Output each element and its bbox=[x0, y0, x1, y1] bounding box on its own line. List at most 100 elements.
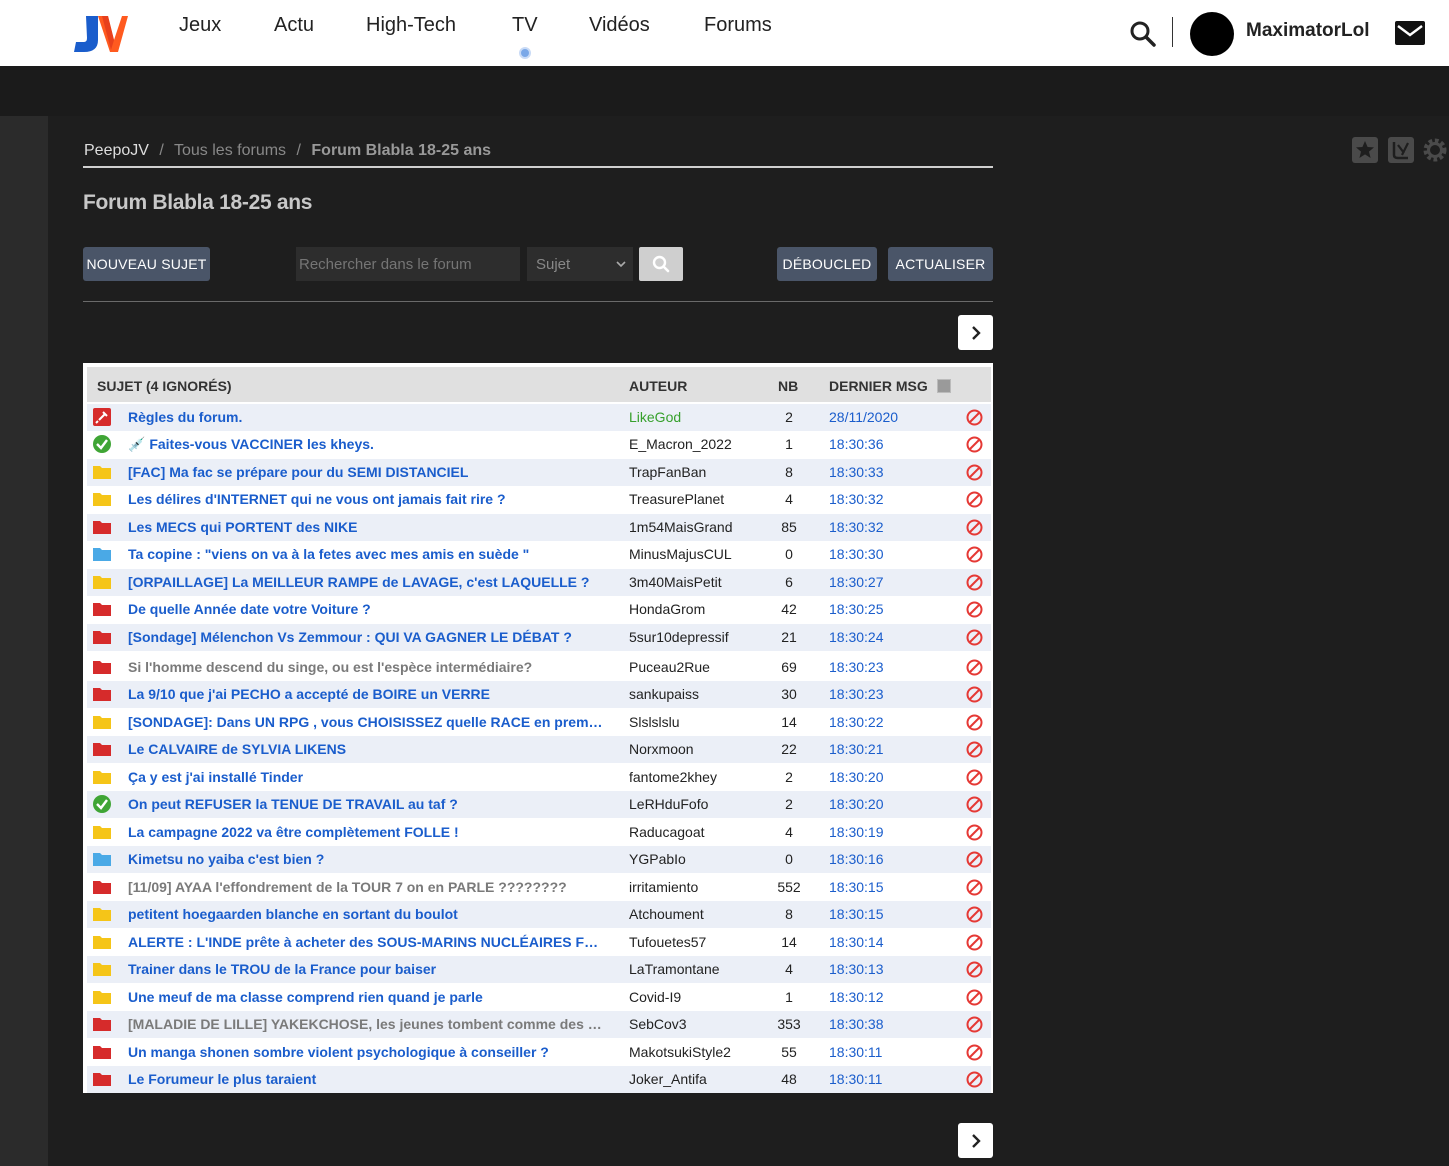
search-submit-button[interactable] bbox=[639, 247, 683, 281]
topic-author-link[interactable]: fantome2khey bbox=[629, 769, 717, 785]
topic-last-message-link[interactable]: 18:30:11 bbox=[829, 1044, 882, 1060]
topic-author-link[interactable]: 1m54MaisGrand bbox=[629, 519, 733, 535]
topic-title-link[interactable]: [ORPAILLAGE] La MEILLEUR RAMPE de LAVAGE… bbox=[128, 574, 606, 590]
topic-last-message-link[interactable]: 18:30:14 bbox=[829, 934, 884, 950]
ignore-topic-icon[interactable] bbox=[966, 769, 983, 786]
topic-last-message-link[interactable]: 18:30:32 bbox=[829, 491, 884, 507]
topic-author-link[interactable]: MakotsukiStyle2 bbox=[629, 1044, 731, 1060]
search-type-select[interactable]: Sujet bbox=[527, 247, 633, 281]
username[interactable]: MaximatorLol bbox=[1246, 20, 1370, 42]
topic-title-link[interactable]: [Sondage] Mélenchon Vs Zemmour : QUI VA … bbox=[128, 629, 606, 645]
topic-author-link[interactable]: HondaGrom bbox=[629, 601, 705, 617]
topic-author-link[interactable]: 3m40MaisPetit bbox=[629, 574, 722, 590]
topic-last-message-link[interactable]: 18:30:23 bbox=[829, 686, 884, 702]
nav-videos[interactable]: Vidéos bbox=[589, 14, 650, 37]
topic-last-message-link[interactable]: 18:30:36 bbox=[829, 436, 884, 452]
topic-last-message-link[interactable]: 18:30:12 bbox=[829, 989, 884, 1005]
topic-title-link[interactable]: De quelle Année date votre Voiture ? bbox=[128, 601, 606, 617]
topic-title-link[interactable]: Les délires d'INTERNET qui ne vous ont j… bbox=[128, 491, 606, 507]
topic-author-link[interactable]: SebCov3 bbox=[629, 1016, 687, 1032]
topic-last-message-link[interactable]: 18:30:16 bbox=[829, 851, 884, 867]
topic-author-link[interactable]: LaTramontane bbox=[629, 961, 720, 977]
deboucled-icon[interactable] bbox=[1388, 137, 1414, 163]
topic-title-link[interactable]: Les MECS qui PORTENT des NIKE bbox=[128, 519, 606, 535]
topic-title-link[interactable]: [FAC] Ma fac se prépare pour du SEMI DIS… bbox=[128, 464, 606, 480]
ignore-topic-icon[interactable] bbox=[966, 409, 983, 426]
settings-gear-icon[interactable] bbox=[1422, 137, 1448, 163]
ignore-topic-icon[interactable] bbox=[966, 464, 983, 481]
topic-last-message-link[interactable]: 18:30:27 bbox=[829, 574, 884, 590]
ignore-topic-icon[interactable] bbox=[966, 659, 983, 676]
favorite-star-icon[interactable] bbox=[1352, 137, 1378, 163]
ignore-topic-icon[interactable] bbox=[966, 906, 983, 923]
topic-author-link[interactable]: irritamiento bbox=[629, 879, 698, 895]
ignore-topic-icon[interactable] bbox=[966, 796, 983, 813]
nav-jeux[interactable]: Jeux bbox=[179, 14, 221, 37]
topic-title-link[interactable]: Un manga shonen sombre violent psycholog… bbox=[128, 1044, 606, 1060]
topic-title-link[interactable]: 💉 Faites-vous VACCINER les kheys. bbox=[128, 436, 606, 453]
topic-author-link[interactable]: LeRHduFofo bbox=[629, 796, 708, 812]
topic-title-link[interactable]: Règles du forum. bbox=[128, 409, 606, 425]
search-icon[interactable] bbox=[1129, 20, 1157, 48]
topic-author-link[interactable]: TreasurePlanet bbox=[629, 491, 724, 507]
ignore-topic-icon[interactable] bbox=[966, 741, 983, 758]
ignore-topic-icon[interactable] bbox=[966, 851, 983, 868]
topic-title-link[interactable]: Kimetsu no yaiba c'est bien ? bbox=[128, 851, 606, 867]
ignore-topic-icon[interactable] bbox=[966, 879, 983, 896]
forum-search-input[interactable] bbox=[296, 247, 520, 281]
next-page-button[interactable] bbox=[958, 315, 993, 350]
topic-last-message-link[interactable]: 18:30:15 bbox=[829, 906, 884, 922]
ignore-topic-icon[interactable] bbox=[966, 1044, 983, 1061]
ignore-topic-icon[interactable] bbox=[966, 546, 983, 563]
select-all-checkbox[interactable] bbox=[937, 379, 951, 393]
topic-author-link[interactable]: Raducagoat bbox=[629, 824, 705, 840]
topic-last-message-link[interactable]: 18:30:24 bbox=[829, 629, 884, 645]
ignore-topic-icon[interactable] bbox=[966, 824, 983, 841]
topic-author-link[interactable]: Norxmoon bbox=[629, 741, 694, 757]
topic-last-message-link[interactable]: 18:30:30 bbox=[829, 546, 884, 562]
topic-title-link[interactable]: Trainer dans le TROU de la France pour b… bbox=[128, 961, 606, 977]
deboucled-button[interactable]: DÉBOUCLED bbox=[777, 247, 877, 281]
topic-title-link[interactable]: On peut REFUSER la TENUE DE TRAVAIL au t… bbox=[128, 796, 606, 812]
topic-author-link[interactable]: Atchoument bbox=[629, 906, 704, 922]
ignore-topic-icon[interactable] bbox=[966, 714, 983, 731]
jv-logo[interactable] bbox=[72, 12, 128, 54]
topic-title-link[interactable]: Le Forumeur le plus taraient bbox=[128, 1071, 606, 1087]
topic-author-link[interactable]: Joker_Antifa bbox=[629, 1071, 707, 1087]
ignore-topic-icon[interactable] bbox=[966, 601, 983, 618]
topic-last-message-link[interactable]: 18:30:19 bbox=[829, 824, 884, 840]
topic-last-message-link[interactable]: 18:30:32 bbox=[829, 519, 884, 535]
ignore-topic-icon[interactable] bbox=[966, 436, 983, 453]
topic-author-link[interactable]: 5sur10depressif bbox=[629, 629, 729, 645]
topic-author-link[interactable]: MinusMajusCUL bbox=[629, 546, 732, 562]
topic-last-message-link[interactable]: 18:30:20 bbox=[829, 769, 884, 785]
topic-title-link[interactable]: Si l'homme descend du singe, ou est l'es… bbox=[128, 659, 606, 675]
topic-last-message-link[interactable]: 18:30:25 bbox=[829, 601, 884, 617]
topic-title-link[interactable]: Le CALVAIRE de SYLVIA LIKENS bbox=[128, 741, 606, 757]
topic-last-message-link[interactable]: 18:30:11 bbox=[829, 1071, 882, 1087]
ignore-topic-icon[interactable] bbox=[966, 961, 983, 978]
topic-author-link[interactable]: LikeGod bbox=[629, 409, 681, 425]
topic-title-link[interactable]: [SONDAGE]: Dans UN RPG , vous CHOISISSEZ… bbox=[128, 714, 606, 730]
topic-author-link[interactable]: Covid-I9 bbox=[629, 989, 681, 1005]
nav-actu[interactable]: Actu bbox=[274, 14, 314, 37]
topic-author-link[interactable]: Slslslslu bbox=[629, 714, 680, 730]
ignore-topic-icon[interactable] bbox=[966, 519, 983, 536]
nav-high-tech[interactable]: High-Tech bbox=[366, 14, 456, 37]
topic-last-message-link[interactable]: 28/11/2020 bbox=[829, 409, 898, 425]
ignore-topic-icon[interactable] bbox=[966, 574, 983, 591]
new-topic-button[interactable]: NOUVEAU SUJET bbox=[83, 247, 210, 281]
nav-forums[interactable]: Forums bbox=[704, 14, 772, 37]
topic-title-link[interactable]: Ta copine : "viens on va à la fetes avec… bbox=[128, 546, 606, 562]
ignore-topic-icon[interactable] bbox=[966, 686, 983, 703]
topic-last-message-link[interactable]: 18:30:33 bbox=[829, 464, 884, 480]
topic-title-link[interactable]: ALERTE : L'INDE prête à acheter des SOUS… bbox=[128, 934, 606, 950]
ignore-topic-icon[interactable] bbox=[966, 1016, 983, 1033]
refresh-button[interactable]: ACTUALISER bbox=[888, 247, 993, 281]
topic-title-link[interactable]: La 9/10 que j'ai PECHO a accepté de BOIR… bbox=[128, 686, 606, 702]
topic-title-link[interactable]: Ça y est j'ai installé Tinder bbox=[128, 769, 606, 785]
ignore-topic-icon[interactable] bbox=[966, 934, 983, 951]
topic-last-message-link[interactable]: 18:30:13 bbox=[829, 961, 884, 977]
topic-author-link[interactable]: Puceau2Rue bbox=[629, 659, 710, 675]
topic-title-link[interactable]: Une meuf de ma classe comprend rien quan… bbox=[128, 989, 606, 1005]
